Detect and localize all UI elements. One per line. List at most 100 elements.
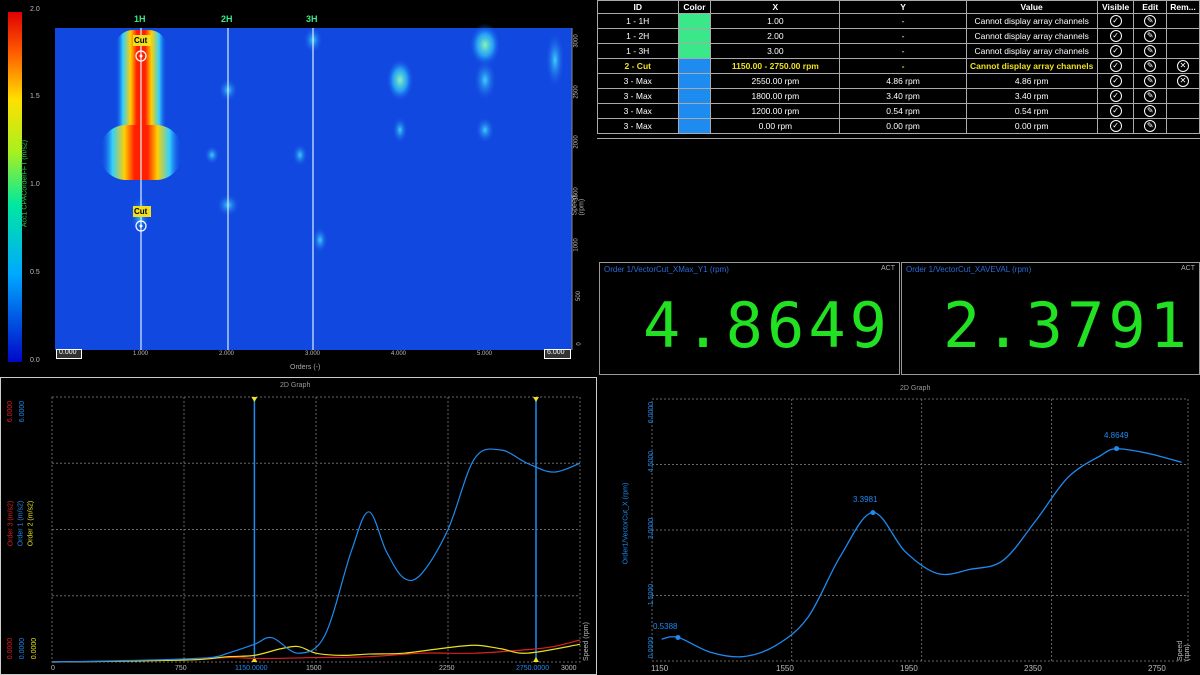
col-header-x[interactable]: X bbox=[710, 0, 841, 14]
meter-value: 2.3791 bbox=[943, 289, 1191, 362]
y-axis-label: Speed (rpm) bbox=[571, 195, 586, 216]
col-header-y[interactable]: Y bbox=[839, 0, 967, 14]
cell-x: 1150.00 - 2750.00 rpm bbox=[710, 58, 841, 74]
visible-check-icon[interactable]: ✓ bbox=[1109, 15, 1122, 27]
cell-y: - bbox=[839, 43, 967, 59]
col-header-value[interactable]: Value bbox=[965, 0, 1098, 14]
cell-y: 4.86 rpm bbox=[839, 73, 967, 89]
color-swatch[interactable] bbox=[679, 14, 710, 28]
visible-check-icon[interactable]: ✓ bbox=[1109, 45, 1122, 57]
edit-pencil-icon[interactable]: ✎ bbox=[1144, 60, 1157, 72]
table-row[interactable]: 1 - 1H 1.00- Cannot display array channels… bbox=[597, 13, 1200, 29]
edit-pencil-icon[interactable]: ✎ bbox=[1144, 45, 1157, 57]
table-row[interactable]: 3 - Max 2550.00 rpm 4.86 rpm 4.86 rpm ✓ ✎ ✕ bbox=[597, 73, 1200, 89]
visible-check-icon[interactable]: ✓ bbox=[1109, 30, 1122, 42]
cell-edit[interactable]: ✎ bbox=[1133, 58, 1167, 74]
cell-color[interactable] bbox=[677, 58, 712, 74]
cell-edit[interactable]: ✎ bbox=[1133, 103, 1167, 119]
table-row[interactable]: 1 - 3H 3.00- Cannot display array channels… bbox=[597, 43, 1200, 59]
cell-value: 4.86 rpm bbox=[965, 73, 1098, 89]
col-header-color[interactable]: Color bbox=[677, 0, 712, 14]
cut-label[interactable]: Cut bbox=[134, 207, 147, 216]
cell-x: 2550.00 rpm bbox=[710, 73, 841, 89]
cell-color[interactable] bbox=[677, 13, 712, 29]
cell-visible[interactable]: ✓ bbox=[1096, 13, 1135, 29]
cell-color[interactable] bbox=[677, 28, 712, 44]
x-tick: 3000 bbox=[561, 665, 577, 672]
cell-edit[interactable]: ✎ bbox=[1133, 73, 1167, 89]
cell-remove[interactable]: ✕ bbox=[1165, 73, 1200, 89]
visible-check-icon[interactable]: ✓ bbox=[1109, 75, 1122, 87]
cell-color[interactable] bbox=[677, 118, 712, 134]
cut-label[interactable]: Cut bbox=[134, 36, 147, 45]
table-row[interactable]: 3 - Max 1800.00 rpm 3.40 rpm 3.40 rpm ✓ ✎ bbox=[597, 88, 1200, 104]
color-swatch[interactable] bbox=[679, 29, 710, 43]
visible-check-icon[interactable]: ✓ bbox=[1109, 105, 1122, 117]
cell-y: - bbox=[839, 28, 967, 44]
cell-remove[interactable] bbox=[1165, 28, 1200, 44]
cell-visible[interactable]: ✓ bbox=[1096, 88, 1135, 104]
cell-visible[interactable]: ✓ bbox=[1096, 118, 1135, 134]
digital-meter-max-y[interactable]: Order 1/VectorCut_XMax_Y1 (rpm) ACT 4.86… bbox=[599, 262, 900, 375]
edit-pencil-icon[interactable]: ✎ bbox=[1144, 90, 1157, 102]
cell-color[interactable] bbox=[677, 88, 712, 104]
visible-check-icon[interactable]: ✓ bbox=[1109, 120, 1122, 132]
peak-label: 0.5388 bbox=[653, 622, 678, 631]
y-tick: 0 bbox=[576, 342, 583, 346]
edit-pencil-icon[interactable]: ✎ bbox=[1144, 15, 1157, 27]
cell-color[interactable] bbox=[677, 103, 712, 119]
cell-edit[interactable]: ✎ bbox=[1133, 28, 1167, 44]
cell-visible[interactable]: ✓ bbox=[1096, 43, 1135, 59]
cut-handle-top bbox=[251, 397, 258, 402]
edit-pencil-icon[interactable]: ✎ bbox=[1144, 30, 1157, 42]
col-header-visible[interactable]: Visible bbox=[1096, 0, 1135, 14]
cell-remove[interactable]: ✕ bbox=[1165, 58, 1200, 74]
remove-x-icon[interactable]: ✕ bbox=[1176, 75, 1189, 87]
x-tick: 0 bbox=[51, 665, 55, 672]
cell-color[interactable] bbox=[677, 73, 712, 89]
cell-remove[interactable] bbox=[1165, 13, 1200, 29]
heatmap-svg bbox=[8, 12, 573, 362]
cell-remove[interactable] bbox=[1165, 88, 1200, 104]
y-axis-label: Order1/VectorCut_X (rpm) bbox=[622, 482, 630, 565]
color-swatch[interactable] bbox=[679, 89, 710, 103]
col-header-id[interactable]: ID bbox=[597, 0, 679, 14]
col-header-edit[interactable]: Edit bbox=[1133, 0, 1167, 14]
visible-check-icon[interactable]: ✓ bbox=[1109, 90, 1122, 102]
edit-pencil-icon[interactable]: ✎ bbox=[1144, 75, 1157, 87]
col-header-remove[interactable]: Rem... bbox=[1165, 0, 1200, 14]
cell-y: 0.00 rpm bbox=[839, 118, 967, 134]
cell-remove[interactable] bbox=[1165, 43, 1200, 59]
cell-visible[interactable]: ✓ bbox=[1096, 28, 1135, 44]
colorbar-tick: 0.5 bbox=[30, 269, 40, 276]
y-label-order3: Order 3 (m/s2) bbox=[7, 500, 15, 547]
color-swatch[interactable] bbox=[679, 119, 710, 133]
remove-x-icon[interactable]: ✕ bbox=[1176, 60, 1189, 72]
cell-visible[interactable]: ✓ bbox=[1096, 58, 1135, 74]
cell-visible[interactable]: ✓ bbox=[1096, 103, 1135, 119]
color-swatch[interactable] bbox=[679, 74, 710, 88]
left-graph-svg[interactable] bbox=[0, 377, 597, 675]
cell-edit[interactable]: ✎ bbox=[1133, 88, 1167, 104]
cell-remove[interactable] bbox=[1165, 103, 1200, 119]
table-row[interactable]: 1 - 2H 2.00- Cannot display array channels… bbox=[597, 28, 1200, 44]
cell-visible[interactable]: ✓ bbox=[1096, 73, 1135, 89]
table-row[interactable]: 3 - Max 1200.00 rpm 0.54 rpm 0.54 rpm ✓ ✎ bbox=[597, 103, 1200, 119]
edit-pencil-icon[interactable]: ✎ bbox=[1144, 105, 1157, 117]
color-swatch[interactable] bbox=[679, 59, 710, 73]
cell-edit[interactable]: ✎ bbox=[1133, 13, 1167, 29]
table-row[interactable]: 2 - Cut 1150.00 - 2750.00 rpm - Cannot disp… bbox=[597, 58, 1200, 74]
visible-check-icon[interactable]: ✓ bbox=[1109, 60, 1122, 72]
color-swatch[interactable] bbox=[679, 104, 710, 118]
cell-remove[interactable] bbox=[1165, 118, 1200, 134]
table-row[interactable]: 3 - Max 0.00 rpm 0.00 rpm 0.00 rpm ✓ ✎ bbox=[597, 118, 1200, 134]
cell-edit[interactable]: ✎ bbox=[1133, 43, 1167, 59]
color-swatch[interactable] bbox=[679, 44, 710, 58]
digital-meter-ave[interactable]: Order 1/VectorCut_XAVEVAL (rpm) ACT 2.37… bbox=[901, 262, 1200, 375]
cell-color[interactable] bbox=[677, 43, 712, 59]
edit-pencil-icon[interactable]: ✎ bbox=[1144, 120, 1157, 132]
x-tick: 5.000 bbox=[477, 351, 493, 357]
x-min-label: 0.000 bbox=[59, 349, 77, 356]
right-graph-svg[interactable] bbox=[598, 377, 1200, 675]
cell-edit[interactable]: ✎ bbox=[1133, 118, 1167, 134]
